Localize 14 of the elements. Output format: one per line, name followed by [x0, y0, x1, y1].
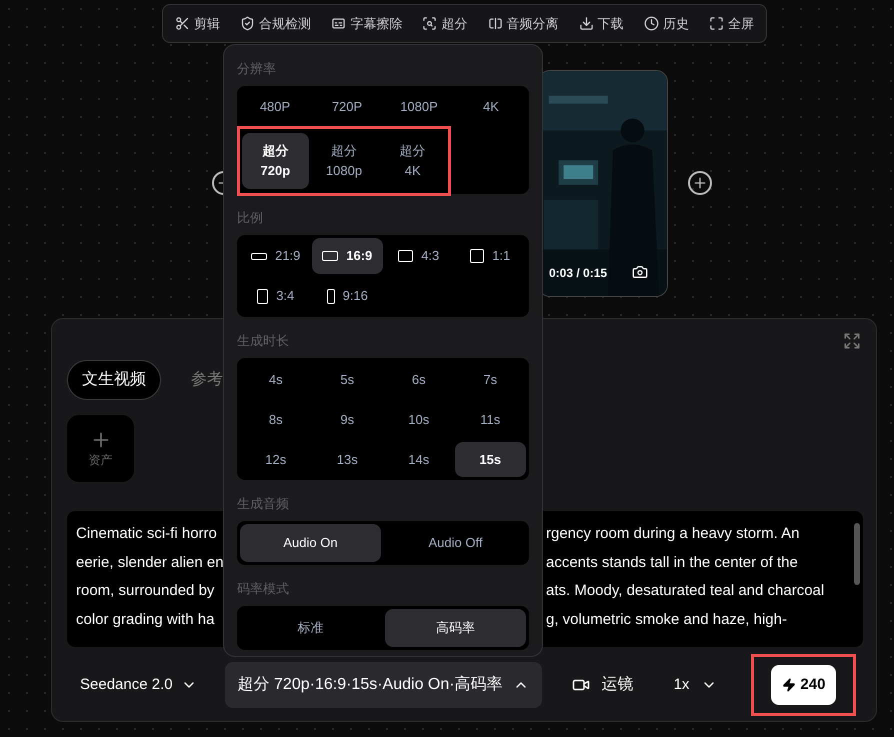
time-label: 0:03 / 0:15 [549, 265, 608, 282]
prompt-text: eerie, slender alien en [76, 554, 224, 571]
prompt-text: color grading with ha [76, 610, 214, 628]
prompt-text: Cinematic sci-fi horro [76, 525, 217, 542]
prompt-text: g, volumetric smoke and haze, high- [546, 610, 787, 630]
section-label: 比例 [237, 210, 264, 226]
section-label: 分辨率 [237, 61, 277, 77]
section-label: 码率模式 [237, 581, 290, 597]
prompt-text: rgency room during a heavy storm. An [546, 524, 800, 544]
prompt-text: accents stands tall in the center of the [546, 552, 798, 573]
prompt-text: room, surrounded by [76, 582, 214, 600]
section-label: 生成时长 [237, 333, 290, 349]
prompt-text: ats. Moody, desaturated teal and charcoal [546, 581, 824, 602]
section-label: 生成音频 [237, 496, 290, 512]
